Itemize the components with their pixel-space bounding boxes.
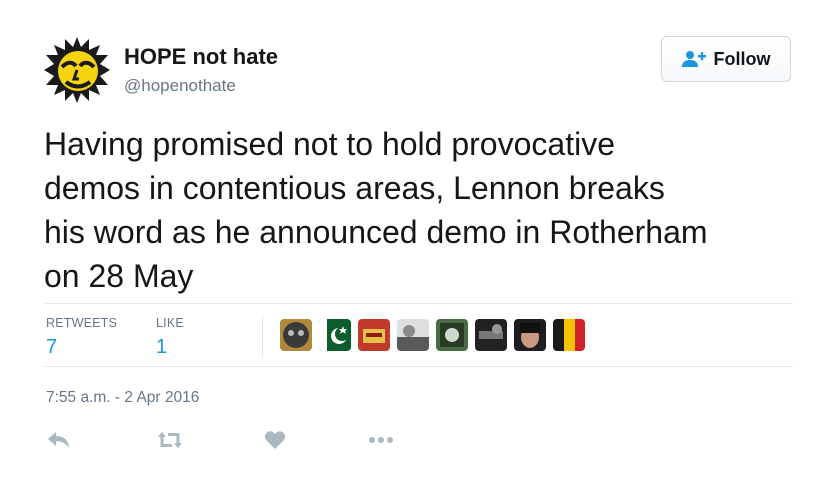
user-avatar[interactable] [319, 319, 351, 351]
user-avatar[interactable] [280, 319, 312, 351]
user-avatar[interactable] [475, 319, 507, 351]
retweets-label: RETWEETS [46, 316, 118, 330]
follow-button-label: Follow [713, 48, 771, 69]
user-avatar[interactable] [397, 319, 429, 351]
more-icon[interactable] [368, 436, 394, 444]
stats-top-divider [44, 303, 793, 304]
reply-icon[interactable] [47, 430, 71, 450]
engagement-avatars [280, 319, 585, 351]
user-avatar[interactable] [553, 319, 585, 351]
user-avatar[interactable] [436, 319, 468, 351]
tweet-text-line: his word as he announced demo in Rotherh… [44, 214, 708, 250]
sun-logo-icon [44, 37, 110, 103]
retweet-icon[interactable] [156, 430, 184, 450]
follow-button[interactable]: Follow [661, 36, 791, 82]
retweets-stat[interactable]: RETWEETS 7 [46, 316, 117, 359]
tweet-text-line: Having promised not to hold provocative [44, 126, 615, 162]
retweets-count: 7 [46, 336, 58, 358]
like-heart-icon[interactable] [264, 430, 286, 450]
likes-count: 1 [156, 336, 168, 358]
author-name[interactable]: HOPE not hate [124, 44, 278, 70]
tweet-text: Having promised not to hold provocative … [44, 122, 804, 298]
tweet-timestamp[interactable]: 7:55 a.m. - 2 Apr 2016 [46, 389, 199, 407]
stats-bottom-divider [44, 366, 793, 367]
stats-separator [262, 316, 263, 358]
author-avatar[interactable] [44, 37, 110, 103]
add-user-icon [681, 51, 706, 67]
tweet-text-line: demos in contentious areas, Lennon break… [44, 170, 665, 206]
user-avatar[interactable] [514, 319, 546, 351]
user-avatar[interactable] [358, 319, 390, 351]
author-handle[interactable]: @hopenothate [124, 76, 236, 96]
likes-label: LIKE [156, 316, 184, 330]
tweet-text-line: on 28 May [44, 258, 194, 294]
likes-stat[interactable]: LIKE 1 [156, 316, 184, 359]
